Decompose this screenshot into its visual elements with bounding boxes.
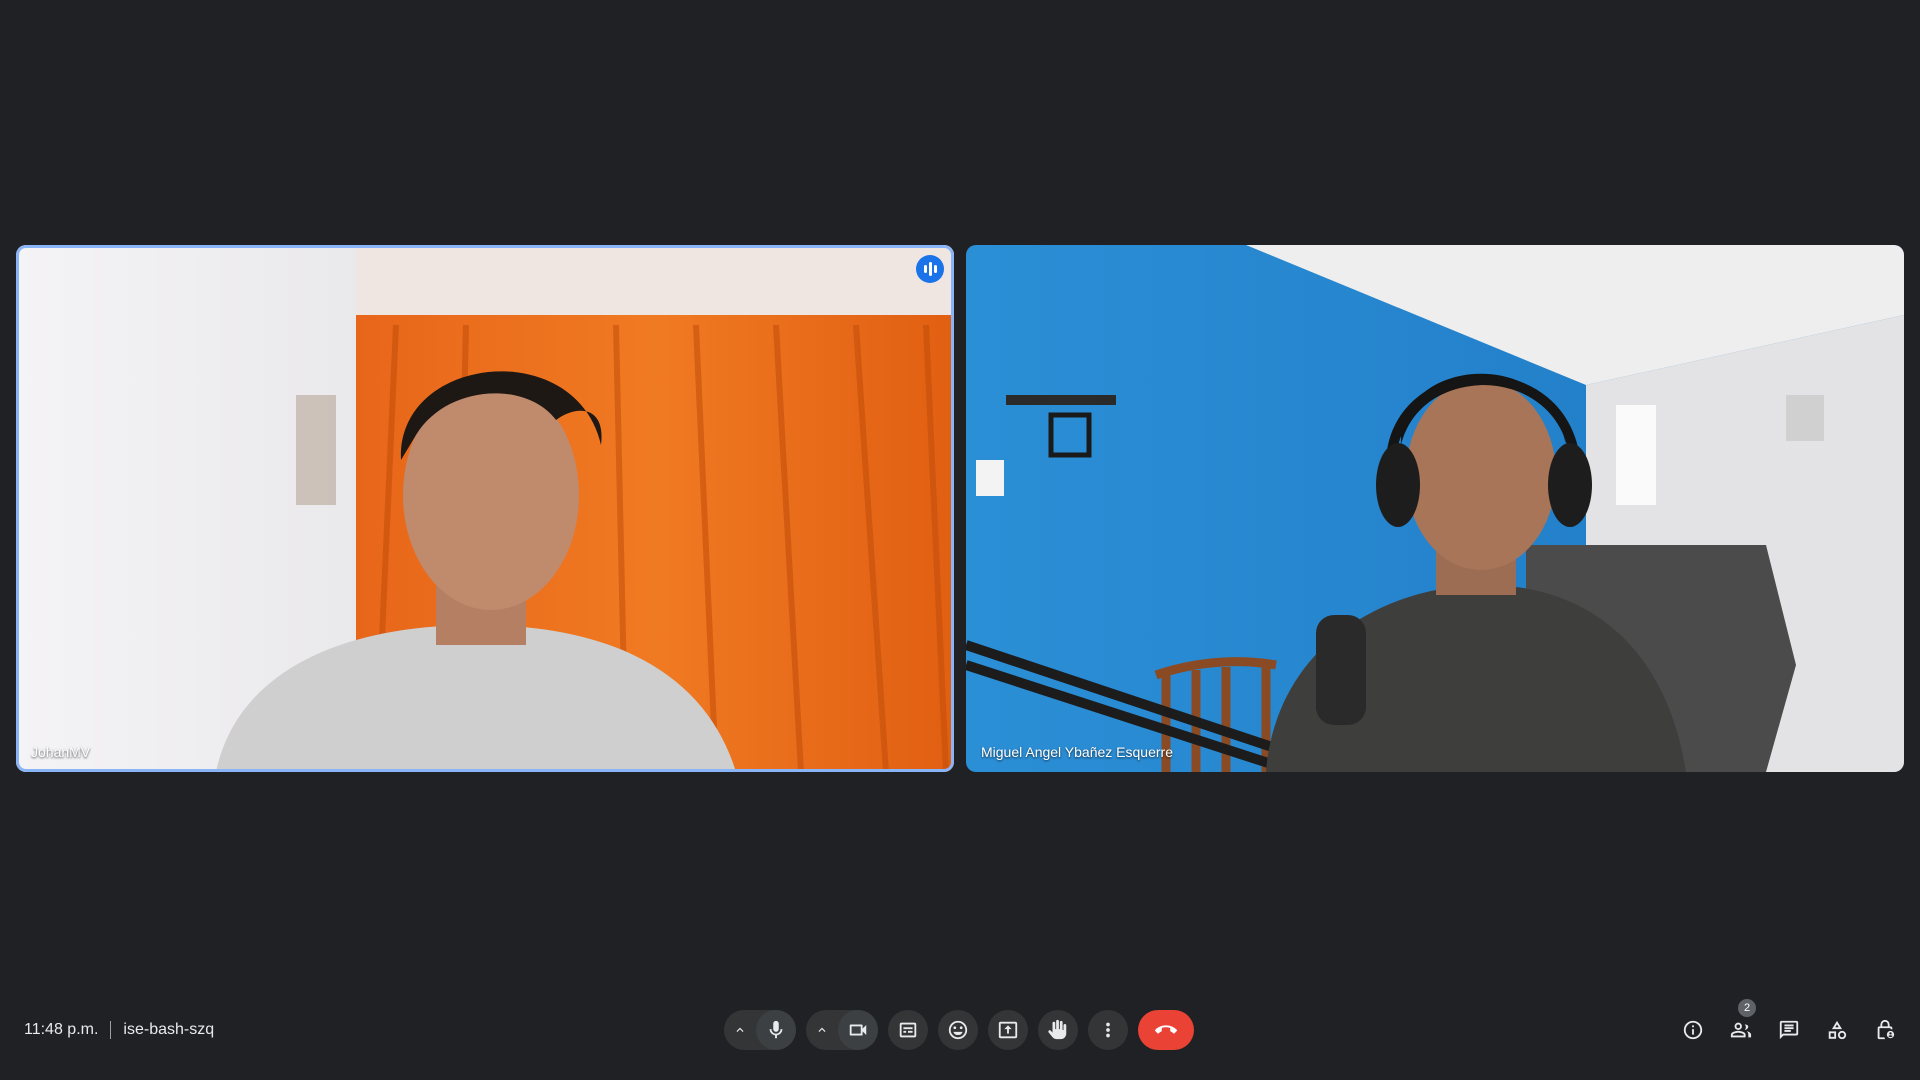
participant-video [966, 245, 1904, 772]
mic-control-group [724, 1010, 796, 1050]
present-button[interactable] [988, 1010, 1028, 1050]
participant-video [16, 245, 954, 772]
call-end-icon [1155, 1025, 1177, 1034]
camera-button[interactable] [838, 1010, 878, 1050]
side-controls: 2 [1672, 999, 1906, 1052]
chat-button[interactable] [1768, 1009, 1810, 1051]
microphone-button[interactable] [756, 1010, 796, 1050]
chevron-up-icon [736, 1027, 744, 1032]
bottom-toolbar: 11:48 p.m. ise-bash-szq 2 [0, 980, 1920, 1080]
raise-hand-button[interactable] [1038, 1010, 1078, 1050]
info-icon [1683, 1020, 1703, 1040]
divider [110, 1021, 112, 1039]
audio-options-button[interactable] [724, 1010, 756, 1050]
end-call-button[interactable] [1138, 1010, 1194, 1050]
activities-icon [1828, 1020, 1847, 1040]
activities-button[interactable] [1816, 1009, 1858, 1051]
host-controls-button[interactable] [1864, 1009, 1906, 1051]
reactions-button[interactable] [938, 1010, 978, 1050]
closed-captions-icon [899, 1022, 917, 1038]
participant-tile-miguel[interactable]: Miguel Angel Ybañez Esquerre [966, 245, 1904, 772]
meeting-time: 11:48 p.m. [24, 1021, 99, 1038]
more-vert-icon [1106, 1022, 1110, 1038]
chevron-up-icon [818, 1027, 826, 1032]
present-screen-icon [998, 1021, 1018, 1039]
people-button[interactable]: 2 [1720, 999, 1762, 1051]
meeting-details-button[interactable] [1672, 1009, 1714, 1051]
meeting-info: 11:48 p.m. ise-bash-szq [24, 1008, 214, 1052]
chat-icon [1779, 1020, 1799, 1040]
more-options-button[interactable] [1088, 1010, 1128, 1050]
video-camera-icon [849, 1024, 867, 1036]
captions-button[interactable] [888, 1010, 928, 1050]
lock-person-icon [1877, 1019, 1895, 1040]
camera-control-group [806, 1010, 878, 1050]
call-controls [724, 1008, 1194, 1052]
people-count-badge: 2 [1738, 999, 1756, 1017]
participant-name: Miguel Angel Ybañez Esquerre [981, 744, 1173, 760]
participant-tile-johanmv[interactable]: JohanMV [16, 245, 954, 772]
people-icon [1730, 1022, 1752, 1038]
video-options-button[interactable] [806, 1010, 838, 1050]
emoji-icon [948, 1020, 968, 1040]
raise-hand-icon [1048, 1019, 1067, 1040]
microphone-icon [769, 1020, 783, 1039]
participant-name: JohanMV [31, 744, 91, 760]
speaking-indicator-icon [916, 255, 944, 283]
meeting-code[interactable]: ise-bash-szq [123, 1021, 214, 1039]
